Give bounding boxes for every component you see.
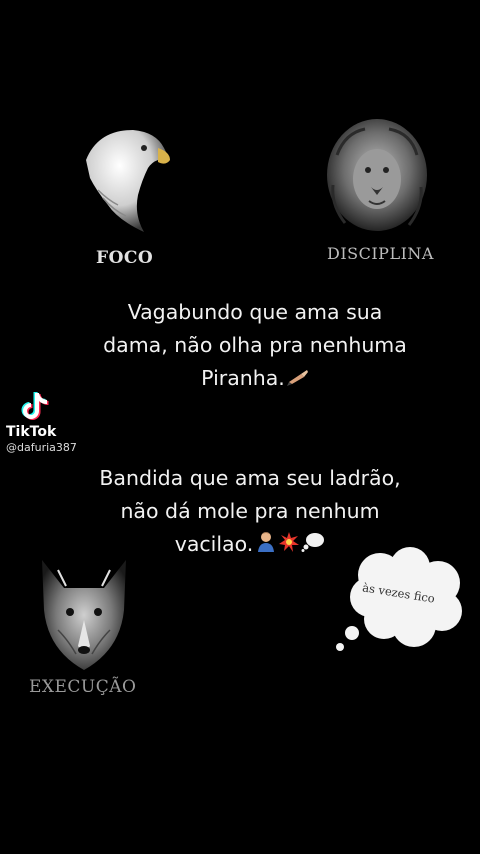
- wolf-icon: [42, 560, 126, 670]
- quote-two-line-1: Bandida que ama seu ladrão,: [99, 466, 401, 490]
- eagle-emblem: [78, 120, 178, 238]
- quote-two-line-3-text: vacilao.: [174, 532, 254, 556]
- lion-icon: [327, 119, 427, 231]
- wolf-caption: EXECUÇÃO: [29, 677, 137, 697]
- tiktok-logo-icon: [21, 392, 49, 420]
- tiktok-handle: @dafuria387: [6, 441, 77, 454]
- collision-icon: [279, 529, 300, 562]
- person-icon: [255, 529, 277, 562]
- eagle-icon: [86, 130, 170, 232]
- thought-balloon-icon: [301, 529, 325, 562]
- tiktok-brand: TikTok: [6, 424, 57, 440]
- quote-one-line-2: dama, não olha pra nenhuma: [103, 333, 407, 357]
- quote-two-line-2: não dá mole pra nenhum: [120, 499, 380, 523]
- writing-hand-icon: [286, 363, 309, 396]
- wolf-emblem: [28, 550, 140, 678]
- lion-caption: DISCIPLINA: [327, 244, 434, 263]
- quote-one-line-3: Piranha.: [60, 362, 450, 396]
- tiktok-watermark: TikTok @dafuria387: [6, 390, 106, 454]
- lion-emblem: [325, 115, 435, 240]
- quote-one-line-3-text: Piranha.: [201, 366, 285, 390]
- quote-one: Vagabundo que ama sua dama, não olha pra…: [60, 296, 450, 396]
- quote-one-line-1: Vagabundo que ama sua: [127, 300, 383, 324]
- eagle-caption: FOCO: [96, 248, 154, 268]
